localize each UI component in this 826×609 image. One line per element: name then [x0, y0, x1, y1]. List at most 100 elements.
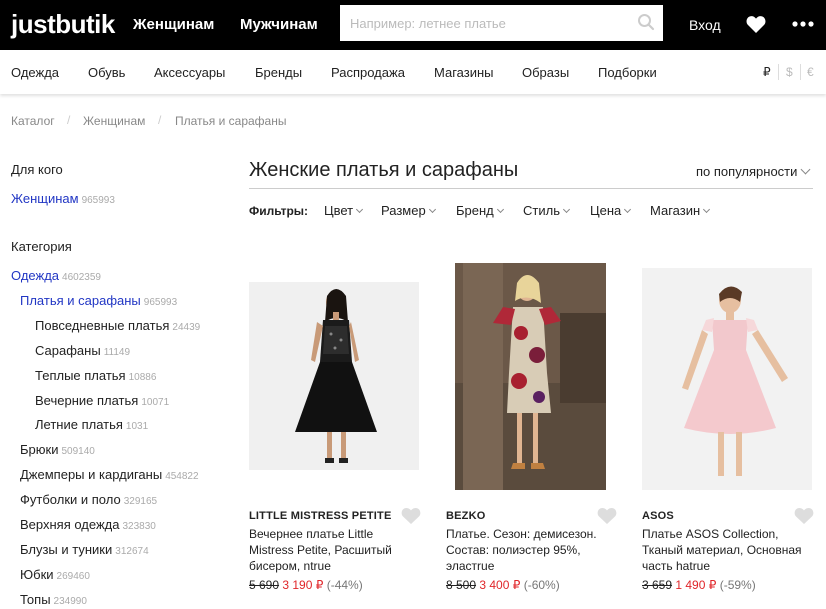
breadcrumb-women[interactable]: Женщинам — [83, 114, 145, 128]
search-input[interactable] — [340, 5, 630, 41]
product-price: 8 500 3 400 ₽ (-60%) — [446, 578, 560, 592]
sidebar-item-jumpers[interactable]: Джемперы и кардиганы 454822 — [20, 467, 199, 484]
sidebar-item-blouses[interactable]: Блузы и туники 312674 — [20, 542, 149, 559]
cat-clothing[interactable]: Одежда — [11, 65, 59, 80]
chevron-down-icon — [428, 205, 436, 214]
old-price: 8 500 — [446, 578, 477, 592]
new-price: 3 400 ₽ — [479, 578, 521, 592]
currency-rub[interactable]: ₽ — [763, 65, 771, 80]
product-description[interactable]: Вечернее платье Little Mistress Petite, … — [249, 526, 414, 574]
item-count: 10071 — [141, 397, 170, 408]
chevron-down-icon — [800, 164, 811, 175]
breadcrumb-dresses: Платья и сарафаны — [175, 114, 287, 128]
filter-store[interactable]: Магазин — [650, 204, 711, 218]
sidebar-item-outerwear[interactable]: Верхняя одежда 323830 — [20, 517, 156, 534]
product-image[interactable] — [249, 282, 419, 470]
item-count: 4602359 — [62, 272, 101, 283]
currency-divider — [778, 64, 779, 80]
item-count: 11149 — [103, 347, 131, 358]
filter-price[interactable]: Цена — [590, 204, 632, 218]
search-icon[interactable] — [637, 13, 655, 31]
cat-brands[interactable]: Бренды — [255, 65, 302, 80]
chevron-down-icon — [496, 205, 504, 214]
sidebar-item-women[interactable]: Женщинам 965993 — [11, 191, 115, 208]
chevron-down-icon — [703, 205, 711, 214]
filters-label: Фильтры: — [249, 204, 309, 218]
sidebar-item-tshirts[interactable]: Футболки и поло 329165 — [20, 492, 157, 509]
chevron-down-icon — [356, 205, 364, 214]
cat-selections[interactable]: Подборки — [598, 65, 657, 80]
sidebar-item-warm-dresses[interactable]: Теплые платья 10886 — [35, 368, 156, 385]
item-count: 323830 — [122, 521, 156, 532]
product-brand[interactable]: LITTLE MISTRESS PETITE — [249, 510, 392, 523]
heart-icon[interactable] — [794, 507, 814, 525]
chevron-down-icon — [562, 205, 571, 214]
product-image[interactable] — [455, 263, 606, 490]
product-price: 3 659 1 490 ₽ (-59%) — [642, 578, 756, 592]
currency-usd[interactable]: $ — [786, 65, 793, 80]
product-brand[interactable]: ASOS — [642, 510, 674, 523]
more-dots-icon[interactable] — [792, 21, 814, 27]
product-description[interactable]: Платье. Сезон: демисезон. Состав: полиэс… — [446, 526, 611, 574]
item-count: 965993 — [143, 297, 178, 308]
discount: (-59%) — [719, 578, 756, 592]
sidebar-item-skirts[interactable]: Юбки 269460 — [20, 567, 90, 584]
sidebar-item-sundresses[interactable]: Сарафаны 11149 — [35, 343, 130, 360]
product-image[interactable] — [642, 268, 812, 490]
filter-color[interactable]: Цвет — [324, 204, 364, 218]
currency-eur[interactable]: € — [807, 65, 814, 80]
dress-illustration — [455, 263, 606, 490]
item-count: 1031 — [125, 421, 149, 432]
breadcrumb-catalog[interactable]: Каталог — [11, 114, 55, 128]
filter-size[interactable]: Размер — [381, 204, 436, 218]
new-price: 3 190 ₽ — [282, 578, 324, 592]
item-count: 312674 — [115, 546, 149, 557]
cat-looks[interactable]: Образы — [522, 65, 569, 80]
sidebar-item-trousers[interactable]: Брюки 509140 — [20, 442, 95, 459]
sort-dropdown[interactable]: по популярности — [696, 164, 811, 179]
currency-divider — [800, 64, 801, 80]
cat-accessories[interactable]: Аксессуары — [154, 65, 225, 80]
top-bar: justbutik Женщинам Мужчинам Вход — [0, 0, 826, 50]
discount: (-60%) — [523, 578, 560, 592]
breadcrumb-separator: / — [158, 113, 162, 127]
item-count: 269460 — [56, 571, 90, 582]
sidebar-for-whom-title: Для кого — [11, 162, 63, 177]
sidebar-category-title: Категория — [11, 239, 72, 254]
cat-shoes[interactable]: Обувь — [88, 65, 125, 80]
heart-icon[interactable] — [597, 507, 617, 525]
filter-brand[interactable]: Бренд — [456, 204, 504, 218]
heart-icon[interactable] — [401, 507, 421, 525]
sidebar-item-summer-dresses[interactable]: Летние платья 1031 — [35, 417, 148, 434]
old-price: 3 659 — [642, 578, 673, 592]
login-link[interactable]: Вход — [689, 17, 721, 33]
item-count: 329165 — [123, 496, 158, 507]
filter-style[interactable]: Стиль — [523, 204, 571, 218]
category-bar: Одежда Обувь Аксессуары Бренды Распродаж… — [0, 50, 826, 94]
sidebar-item-dresses[interactable]: Платья и сарафаны 965993 — [20, 293, 177, 310]
sidebar-item-evening-dresses[interactable]: Вечерние платья 10071 — [35, 393, 169, 410]
nav-men[interactable]: Мужчинам — [240, 16, 318, 34]
product-description[interactable]: Платье ASOS Collection, Тканый материал,… — [642, 526, 807, 574]
page-title: Женские платья и сарафаны — [249, 159, 519, 181]
divider — [249, 188, 813, 189]
cat-sale[interactable]: Распродажа — [331, 65, 405, 80]
chevron-down-icon — [624, 205, 632, 214]
search-box — [340, 5, 663, 41]
favorites-heart-icon[interactable] — [746, 15, 766, 34]
old-price: 5 690 — [249, 578, 280, 592]
sidebar-item-casual-dresses[interactable]: Повседневные платья 24439 — [35, 318, 200, 335]
breadcrumb-separator: / — [67, 113, 71, 127]
item-count: 234990 — [53, 596, 87, 607]
sidebar-item-clothing[interactable]: Одежда 4602359 — [11, 268, 101, 285]
discount: (-44%) — [326, 578, 363, 592]
logo[interactable]: justbutik — [11, 10, 115, 38]
item-count: 10886 — [128, 372, 157, 383]
dress-illustration — [642, 268, 812, 490]
sidebar-item-tops[interactable]: Топы 234990 — [20, 592, 87, 609]
new-price: 1 490 ₽ — [675, 578, 717, 592]
cat-stores[interactable]: Магазины — [434, 65, 494, 80]
nav-women[interactable]: Женщинам — [133, 16, 214, 34]
product-brand[interactable]: BEZKO — [446, 510, 486, 523]
item-count: 965993 — [81, 195, 115, 206]
